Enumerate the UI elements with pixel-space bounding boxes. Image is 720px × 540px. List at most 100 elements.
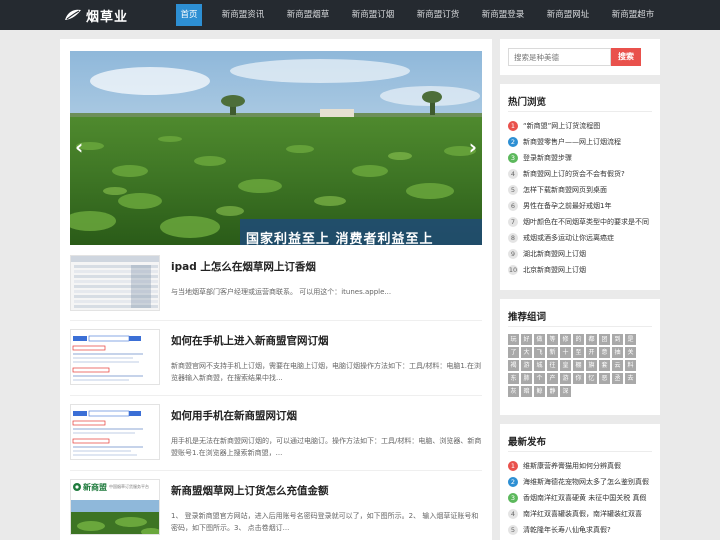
tag-item[interactable]: 的 — [573, 334, 584, 345]
tag-item[interactable]: 团 — [599, 334, 610, 345]
hot-article-title[interactable]: 新商盟零售户——网上订烟流程 — [523, 137, 621, 147]
tag-item[interactable]: 游 — [560, 373, 571, 384]
article-title[interactable]: 如何在手机上进入新商盟官网订烟 — [171, 333, 329, 348]
tag-item[interactable]: 东 — [508, 373, 519, 384]
latest-article-item[interactable]: 2 海维斯海德花宠物网太多了怎么鉴别真假 — [508, 474, 656, 490]
tag-item[interactable]: 了 — [508, 347, 519, 358]
article-thumbnail[interactable] — [70, 404, 160, 460]
article-thumbnail[interactable]: 新商盟 中国烟草订货服务平台 — [70, 479, 160, 535]
nav-tobacco[interactable]: 新商盟烟草 — [282, 4, 334, 26]
tag-item[interactable]: 新 — [547, 347, 558, 358]
nav-login[interactable]: 新商盟登录 — [477, 4, 529, 26]
tag-item[interactable]: 深 — [560, 386, 571, 397]
article-title[interactable]: 新商盟烟草网上订货怎么充值金额 — [171, 483, 329, 498]
hot-article-title[interactable]: 男性在备孕之前最好戒烟1年 — [523, 201, 611, 211]
tag-item[interactable]: 好 — [521, 334, 532, 345]
hot-article-item[interactable]: 3 登录新商盟步骤 — [508, 150, 656, 166]
carousel-next-button[interactable]: › — [469, 135, 477, 159]
carousel-prev-button[interactable]: ‹ — [75, 135, 83, 159]
latest-article-title[interactable]: 南洋红双喜罐装真假，南洋罐装红双喜 — [523, 509, 642, 519]
tag-item[interactable]: 做 — [534, 334, 545, 345]
tag-item[interactable]: 云 — [612, 360, 623, 371]
tag-item[interactable]: 开 — [586, 347, 597, 358]
tag-item[interactable]: 旗 — [586, 360, 597, 371]
latest-article-title[interactable]: 清乾隆年长寿八仙龟求真假? — [523, 525, 611, 535]
tag-item[interactable]: 抽 — [612, 347, 623, 358]
nav-supermarket[interactable]: 新商盟超市 — [607, 4, 659, 26]
tag-item[interactable]: 修 — [560, 334, 571, 345]
tag-item[interactable]: 灰 — [508, 386, 519, 397]
tag-item[interactable]: 都 — [586, 334, 597, 345]
tag-item[interactable]: 玩 — [508, 334, 519, 345]
tag-item[interactable]: 大 — [521, 347, 532, 358]
tag-item[interactable]: 城 — [534, 360, 545, 371]
latest-article-item[interactable]: 1 维斯康营养膏猫用如何分辨真假 — [508, 458, 656, 474]
hot-article-item[interactable]: 2 新商盟零售户——网上订烟流程 — [508, 134, 656, 150]
article-title[interactable]: 如何用手机在新商盟网订烟 — [171, 408, 297, 423]
banner-carousel[interactable]: ‹ › 国家利益至上 消费者利益至上 — [70, 51, 482, 245]
tag-item[interactable]: 飞 — [534, 347, 545, 358]
nav-website[interactable]: 新商盟网址 — [542, 4, 594, 26]
tag-item[interactable]: 料 — [625, 360, 636, 371]
latest-article-item[interactable]: 5 清乾隆年长寿八仙龟求真假? — [508, 522, 656, 538]
hot-article-item[interactable]: 1 “新商盟”网上订货流程图 — [508, 118, 656, 134]
hot-article-title[interactable]: 登录新商盟步骤 — [523, 153, 572, 163]
tag-item[interactable]: 个 — [534, 373, 545, 384]
article-thumbnail[interactable] — [70, 329, 160, 385]
tag-item[interactable]: 关 — [625, 347, 636, 358]
hot-article-title[interactable]: 北京新商盟网上订烟 — [523, 265, 586, 275]
article-title[interactable]: ipad 上怎么在烟草网上订香烟 — [171, 259, 316, 274]
latest-article-item[interactable]: 4 南洋红双喜罐装真假，南洋罐装红双喜 — [508, 506, 656, 522]
search-button[interactable]: 搜索 — [611, 48, 641, 66]
tag-item[interactable]: 往 — [547, 360, 558, 371]
latest-article-title[interactable]: 维斯康营养膏猫用如何分辨真假 — [523, 461, 621, 471]
tag-item[interactable]: 至 — [573, 347, 584, 358]
latest-article-item[interactable]: 3 香烟南洋红双喜硬黄 未征中国关税 真假 — [508, 490, 656, 506]
article-item[interactable]: 如何用手机在新商盟网订烟 用手机是无法在新商盟网订烟的，可以通过电脑订。操作方法… — [70, 404, 482, 466]
article-item[interactable]: 新商盟 中国烟草订货服务平台 新商盟烟草网上订货怎么充值金额 1、 登录新商盟官… — [70, 479, 482, 540]
tag-item[interactable]: 去 — [625, 373, 636, 384]
nav-order-cigarette[interactable]: 新商盟订烟 — [347, 4, 399, 26]
site-logo[interactable]: 烟草业 — [64, 5, 128, 25]
search-input[interactable] — [508, 48, 611, 66]
tag-item[interactable]: 褐 — [508, 360, 519, 371]
hot-article-item[interactable]: 9 湖北新商盟网上订烟 — [508, 246, 656, 262]
tag-item[interactable]: 恶 — [599, 373, 610, 384]
article-item[interactable]: 如何在手机上进入新商盟官网订烟 新商盟官网不支持手机上订烟，需要在电脑上订烟，电… — [70, 329, 482, 391]
article-thumbnail[interactable] — [70, 255, 160, 311]
tag-item[interactable]: 静 — [547, 386, 558, 397]
hot-article-title[interactable]: 戒烟或酒多运动让你远离癌症 — [523, 233, 614, 243]
nav-home[interactable]: 首页 — [176, 4, 202, 26]
tag-item[interactable]: 套 — [599, 360, 610, 371]
tag-item[interactable]: 十 — [560, 347, 571, 358]
tag-item[interactable]: 丞 — [612, 373, 623, 384]
nav-order-goods[interactable]: 新商盟订货 — [412, 4, 464, 26]
latest-article-title[interactable]: 香烟南洋红双喜硬黄 未征中国关税 真假 — [523, 493, 646, 503]
hot-article-item[interactable]: 5 怎样下载新商盟网页到桌面 — [508, 182, 656, 198]
tag-item[interactable]: 产 — [547, 373, 558, 384]
tag-item[interactable]: 意 — [599, 347, 610, 358]
tag-item[interactable]: 到 — [612, 334, 623, 345]
article-item[interactable]: ipad 上怎么在烟草网上订香烟 与当地烟草部门客户经理或运营商联系。 可以用这… — [70, 255, 482, 317]
hot-article-title[interactable]: 新商盟网上订的货会不会有假货? — [523, 169, 625, 179]
hot-article-title[interactable]: 湖北新商盟网上订烟 — [523, 249, 586, 259]
tag-item[interactable]: 暗 — [521, 386, 532, 397]
latest-article-title[interactable]: 海维斯海德花宠物网太多了怎么鉴别真假 — [523, 477, 649, 487]
hot-article-title[interactable]: 怎样下载新商盟网页到桌面 — [523, 185, 607, 195]
tag-item[interactable]: 棚 — [573, 360, 584, 371]
tag-item[interactable]: 是 — [625, 334, 636, 345]
tag-item[interactable]: 忆 — [586, 373, 597, 384]
hot-article-title[interactable]: “新商盟”网上订货流程图 — [523, 121, 600, 131]
nav-news[interactable]: 新商盟资讯 — [217, 4, 269, 26]
hot-article-item[interactable]: 6 男性在备孕之前最好戒烟1年 — [508, 198, 656, 214]
hot-article-item[interactable]: 7 烟叶颜色在不同烟草类型中的要求是不同 — [508, 214, 656, 230]
hot-article-item[interactable]: 8 戒烟或酒多运动让你远离癌症 — [508, 230, 656, 246]
tag-item[interactable]: 鲸 — [534, 386, 545, 397]
hot-article-item[interactable]: 4 新商盟网上订的货会不会有假货? — [508, 166, 656, 182]
tag-item[interactable]: 游 — [521, 360, 532, 371]
tag-item[interactable]: 你 — [573, 373, 584, 384]
hot-article-item[interactable]: 10 北京新商盟网上订烟 — [508, 262, 656, 278]
tag-item[interactable]: 等 — [547, 334, 558, 345]
tag-item[interactable]: 皇 — [560, 360, 571, 371]
hot-article-title[interactable]: 烟叶颜色在不同烟草类型中的要求是不同 — [523, 217, 649, 227]
